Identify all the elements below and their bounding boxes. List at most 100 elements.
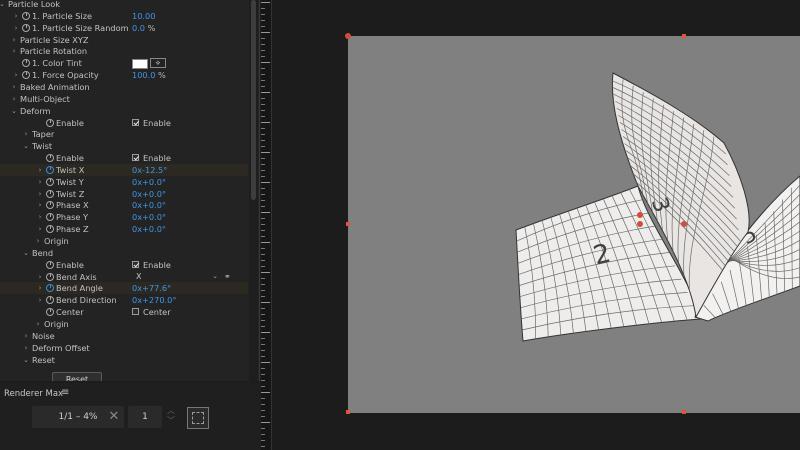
stopwatch-icon[interactable] [22, 23, 30, 32]
eyedropper-icon[interactable]: ⟡ [150, 58, 166, 69]
anchor-point-handle[interactable] [681, 221, 687, 227]
param-row[interactable]: › 1. Force Opacity 100.0 % [0, 69, 248, 81]
param-row[interactable]: ⌄ Bend [0, 247, 248, 259]
bend-axis-dropdown[interactable]: X ⌄ [132, 271, 220, 283]
param-row[interactable]: Enable Enable [0, 259, 248, 271]
chevron-down-icon[interactable]: ⌄ [22, 140, 30, 152]
param-row[interactable]: ⌄Particle Look [0, 0, 248, 10]
chevron-right-icon[interactable]: › [12, 22, 20, 34]
stopwatch-icon[interactable] [46, 308, 54, 317]
param-row[interactable]: › Baked Animation [0, 81, 248, 93]
param-row[interactable]: › Particle Rotation [0, 45, 248, 57]
stopwatch-icon[interactable] [22, 11, 30, 20]
stopwatch-icon[interactable] [46, 225, 54, 234]
chevron-right-icon[interactable]: › [36, 223, 44, 235]
chevron-right-icon[interactable]: › [10, 93, 18, 105]
color-swatch[interactable] [132, 59, 148, 70]
chevron-right-icon[interactable]: › [34, 318, 42, 330]
param-value[interactable]: 0x+0.0° [132, 188, 166, 200]
chevron-right-icon[interactable]: › [12, 10, 20, 22]
checkbox[interactable] [132, 118, 139, 126]
param-value[interactable]: 0x+0.0° [132, 223, 166, 235]
region-of-interest-button[interactable] [187, 407, 209, 429]
stopwatch-icon[interactable] [22, 59, 30, 68]
stopwatch-icon[interactable] [46, 177, 54, 186]
panel-scrollbar[interactable] [249, 0, 258, 381]
chevron-right-icon[interactable]: › [36, 199, 44, 211]
param-row[interactable]: › 1. Particle Size Random 0.0 % [0, 22, 248, 34]
param-row[interactable]: ⌄ Twist [0, 140, 248, 152]
param-row[interactable]: › Bend Direction 0x+270.0° [0, 294, 248, 306]
stopwatch-icon[interactable] [46, 272, 54, 281]
chevron-right-icon[interactable]: › [12, 69, 20, 81]
transform-handle[interactable] [345, 33, 351, 39]
hamburger-menu-icon[interactable]: ≡ [61, 387, 69, 398]
checkbox[interactable] [132, 260, 139, 268]
panel-scrollbar-thumb[interactable] [251, 0, 256, 200]
stopwatch-icon[interactable] [46, 165, 54, 174]
stopwatch-icon[interactable] [46, 118, 54, 127]
transform-handle[interactable] [682, 34, 686, 38]
param-row[interactable]: 1. Color Tint ⟡ [0, 57, 248, 70]
frame-field[interactable]: 1 [128, 406, 162, 428]
chevron-down-icon[interactable]: ⌄ [10, 105, 18, 117]
param-value[interactable]: 0x-12.5° [132, 164, 167, 176]
param-row[interactable]: › Bend Angle 0x+77.6° [0, 282, 248, 295]
param-row[interactable]: › Phase Y 0x+0.0° [0, 211, 248, 223]
param-value[interactable]: 0x+0.0° [132, 176, 166, 188]
stopwatch-icon[interactable] [46, 154, 54, 163]
chevron-right-icon[interactable]: › [36, 188, 44, 200]
chevron-right-icon[interactable]: › [10, 81, 18, 93]
param-row[interactable]: › Origin [0, 318, 248, 330]
stopwatch-icon[interactable] [46, 284, 54, 293]
param-value[interactable]: 0x+0.0° [132, 211, 166, 223]
param-row[interactable]: › Twist Z 0x+0.0° [0, 188, 248, 200]
stopwatch-icon[interactable] [22, 71, 30, 80]
param-row[interactable]: ⌄ Reset [0, 354, 248, 366]
chevron-right-icon[interactable]: › [36, 176, 44, 188]
param-row[interactable]: › Origin [0, 235, 248, 247]
param-value[interactable]: 0x+270.0° [132, 294, 176, 306]
param-value[interactable]: 0x+0.0° [132, 199, 166, 211]
chevron-right-icon[interactable]: › [36, 271, 44, 283]
transform-handle[interactable] [346, 410, 350, 414]
chevron-right-icon[interactable]: › [34, 235, 42, 247]
composition-canvas[interactable]: 2 5 3 [345, 33, 800, 414]
param-value[interactable]: 100.0 % [132, 69, 166, 81]
param-row[interactable]: › Particle Size XYZ [0, 34, 248, 46]
param-row[interactable]: › 1. Particle Size 10.00 [0, 10, 248, 22]
stopwatch-icon[interactable] [46, 189, 54, 198]
composition-viewer[interactable]: 2 5 3 [272, 0, 800, 450]
chevron-right-icon[interactable]: › [36, 294, 44, 306]
param-value[interactable]: 0x+77.6° [132, 282, 171, 294]
checkbox[interactable] [132, 308, 139, 316]
frame-stepper-icon[interactable]: ︿ ﹀ [165, 406, 177, 428]
param-row[interactable]: › Twist Y 0x+0.0° [0, 176, 248, 188]
param-row[interactable]: › Deform Offset [0, 342, 248, 354]
param-row[interactable]: › Multi-Object [0, 93, 248, 105]
chevron-down-icon[interactable]: ⌄ [0, 0, 6, 10]
param-row[interactable]: Enable Enable [0, 117, 248, 129]
chevron-down-icon[interactable]: ⌄ [22, 247, 30, 259]
chevron-right-icon[interactable]: › [22, 330, 30, 342]
param-row[interactable]: ⌄ Deform [0, 105, 248, 117]
param-value[interactable]: 0.0 % [132, 22, 155, 34]
param-row[interactable]: Enable Enable [0, 152, 248, 164]
chevron-right-icon[interactable]: › [36, 164, 44, 176]
param-row[interactable]: › Phase X 0x+0.0° [0, 199, 248, 211]
chevron-right-icon[interactable]: › [36, 282, 44, 294]
stopwatch-icon[interactable] [46, 260, 54, 269]
param-row[interactable]: › Bend Axis X ⌄ ⚭ [0, 271, 248, 283]
param-row[interactable]: › Twist X 0x-12.5° [0, 163, 248, 176]
chevron-right-icon[interactable]: › [22, 128, 30, 140]
origin-handle[interactable] [637, 212, 643, 218]
origin-handle[interactable] [637, 221, 643, 227]
transform-handle[interactable] [346, 222, 350, 226]
transform-handle[interactable] [682, 410, 686, 414]
checkbox[interactable] [132, 154, 139, 162]
link-icon[interactable]: ⚭ [224, 271, 231, 283]
chevron-right-icon[interactable]: › [10, 45, 18, 57]
stopwatch-icon[interactable] [46, 201, 54, 210]
param-row[interactable]: Center Center [0, 306, 248, 318]
param-value[interactable]: 10.00 [132, 10, 155, 22]
